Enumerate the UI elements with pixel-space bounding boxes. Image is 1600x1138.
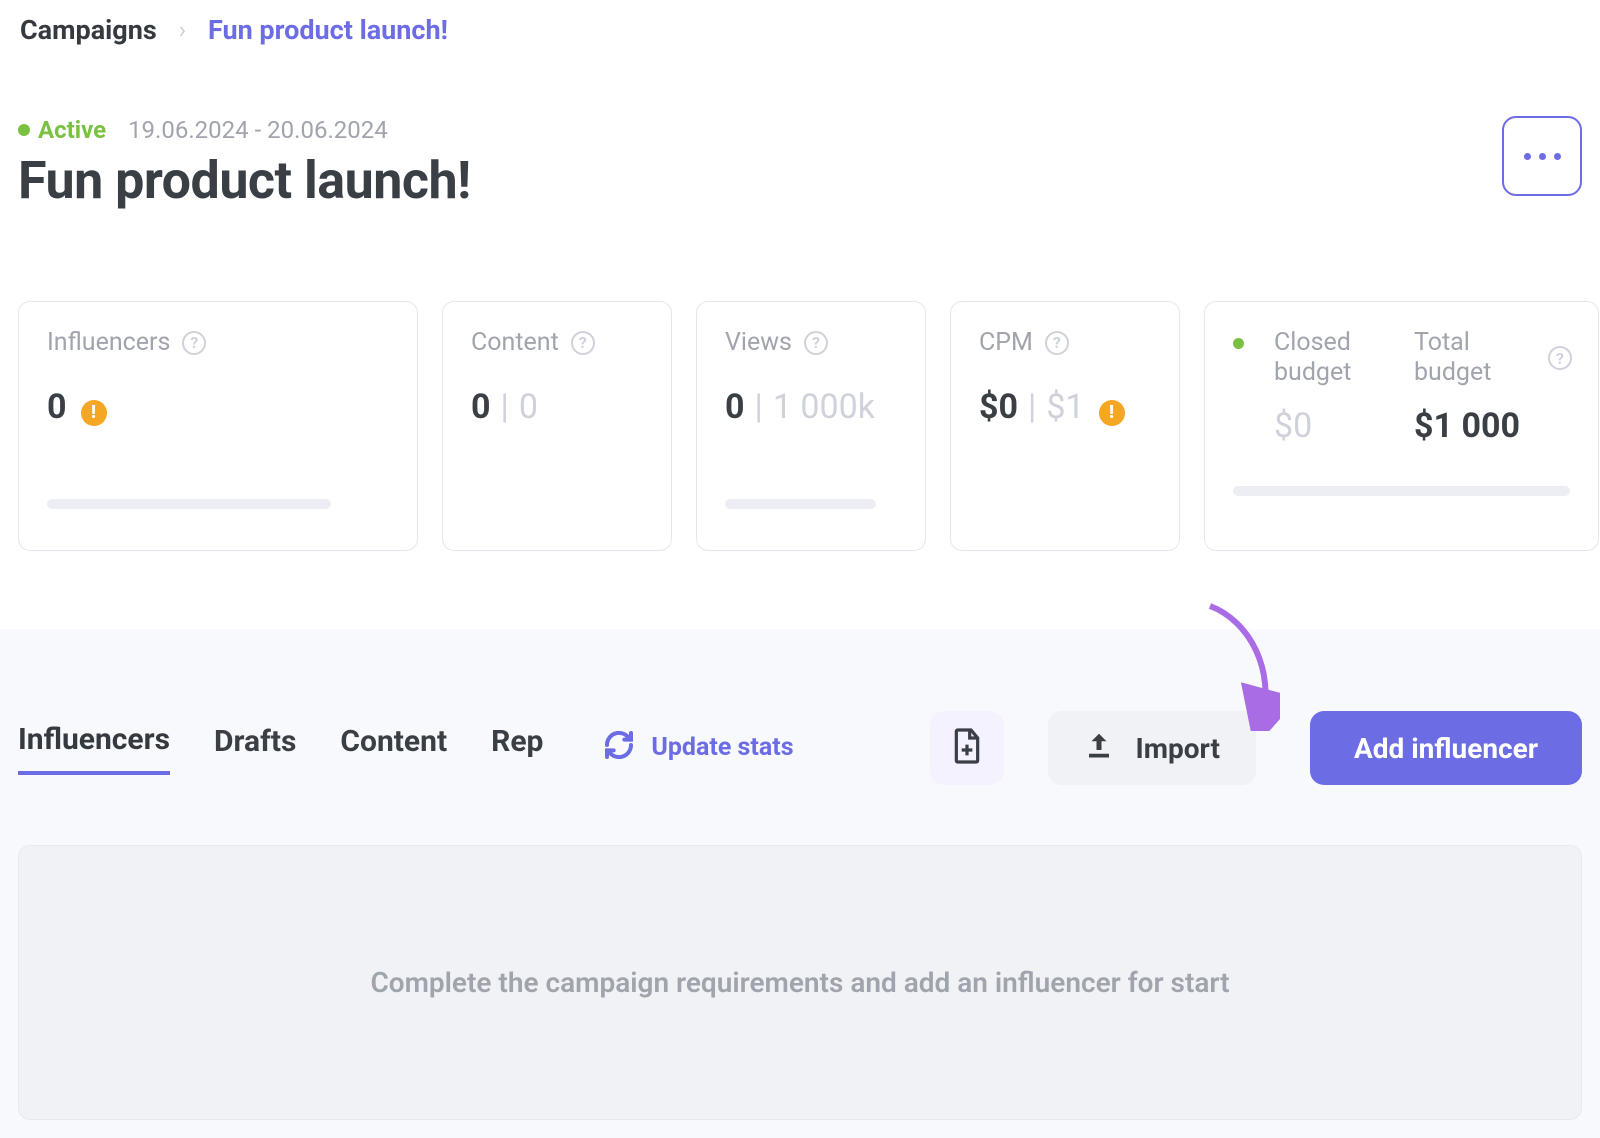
update-stats-label: Update stats bbox=[651, 734, 793, 763]
card-views: Views ? 0 | 1 000k bbox=[696, 301, 926, 551]
card-cpm: CPM ? $0 | $1 ! bbox=[950, 301, 1180, 551]
card-subvalue: $1 bbox=[1046, 387, 1084, 427]
progress-bar bbox=[1233, 486, 1570, 496]
add-influencer-button[interactable]: Add influencer bbox=[1310, 711, 1582, 785]
import-label: Import bbox=[1136, 732, 1220, 765]
status-dot-icon bbox=[18, 124, 30, 136]
card-value: 0 bbox=[725, 387, 745, 427]
tab-influencers[interactable]: Influencers bbox=[18, 722, 170, 775]
total-budget-value: $1 000 bbox=[1414, 406, 1524, 446]
card-subvalue: 0 bbox=[519, 387, 538, 427]
help-icon[interactable]: ? bbox=[182, 331, 206, 355]
closed-budget-value: $0 bbox=[1274, 406, 1384, 446]
toolbar: Influencers Drafts Content Rep Update st… bbox=[18, 711, 1582, 785]
tab-drafts[interactable]: Drafts bbox=[214, 724, 296, 773]
card-value: $0 bbox=[979, 387, 1018, 427]
upload-icon bbox=[1084, 730, 1114, 767]
import-button[interactable]: Import bbox=[1048, 711, 1256, 785]
alert-icon: ! bbox=[81, 400, 107, 426]
refresh-icon bbox=[603, 729, 635, 768]
date-range: 19.06.2024 - 20.06.2024 bbox=[128, 116, 388, 144]
add-influencer-label: Add influencer bbox=[1354, 732, 1538, 765]
update-stats-button[interactable]: Update stats bbox=[603, 729, 793, 768]
card-label: CPM bbox=[979, 328, 1033, 357]
help-icon[interactable]: ? bbox=[1045, 331, 1069, 355]
card-value: 0 bbox=[47, 387, 67, 427]
card-subvalue: 1 000k bbox=[773, 387, 875, 427]
chevron-right-icon: › bbox=[179, 16, 186, 44]
card-label: Influencers bbox=[47, 328, 170, 357]
card-value: 0 bbox=[471, 387, 491, 427]
help-icon[interactable]: ? bbox=[804, 331, 828, 355]
card-budget: Closed budget $0 Total budget $1 000 ? bbox=[1204, 301, 1599, 551]
breadcrumb-current: Fun product launch! bbox=[208, 14, 448, 46]
card-label: Content bbox=[471, 328, 559, 357]
card-label: Views bbox=[725, 328, 792, 357]
more-actions-button[interactable] bbox=[1502, 116, 1582, 196]
card-content: Content ? 0 | 0 bbox=[442, 301, 672, 551]
help-icon[interactable]: ? bbox=[571, 331, 595, 355]
alert-icon: ! bbox=[1099, 400, 1125, 426]
status-dot-icon bbox=[1233, 338, 1244, 349]
tab-content[interactable]: Content bbox=[340, 724, 447, 773]
closed-budget-label: Closed budget bbox=[1274, 328, 1384, 388]
breadcrumb-root[interactable]: Campaigns bbox=[20, 14, 157, 46]
breadcrumb: Campaigns › Fun product launch! bbox=[18, 14, 1582, 46]
help-icon[interactable]: ? bbox=[1548, 346, 1572, 370]
total-budget-label: Total budget bbox=[1414, 328, 1524, 388]
page-title: Fun product launch! bbox=[18, 150, 471, 211]
progress-bar bbox=[725, 499, 876, 509]
status-badge: Active bbox=[38, 116, 106, 144]
progress-bar bbox=[47, 499, 331, 509]
dots-icon bbox=[1524, 153, 1531, 160]
tab-rep[interactable]: Rep bbox=[491, 724, 543, 773]
empty-state: Complete the campaign requirements and a… bbox=[18, 845, 1582, 1120]
card-influencers: Influencers ? 0 ! bbox=[18, 301, 418, 551]
add-file-button[interactable] bbox=[930, 711, 1004, 785]
stat-cards: Influencers ? 0 ! Content ? 0 | 0 Views bbox=[18, 301, 1582, 551]
file-add-icon bbox=[951, 727, 983, 769]
